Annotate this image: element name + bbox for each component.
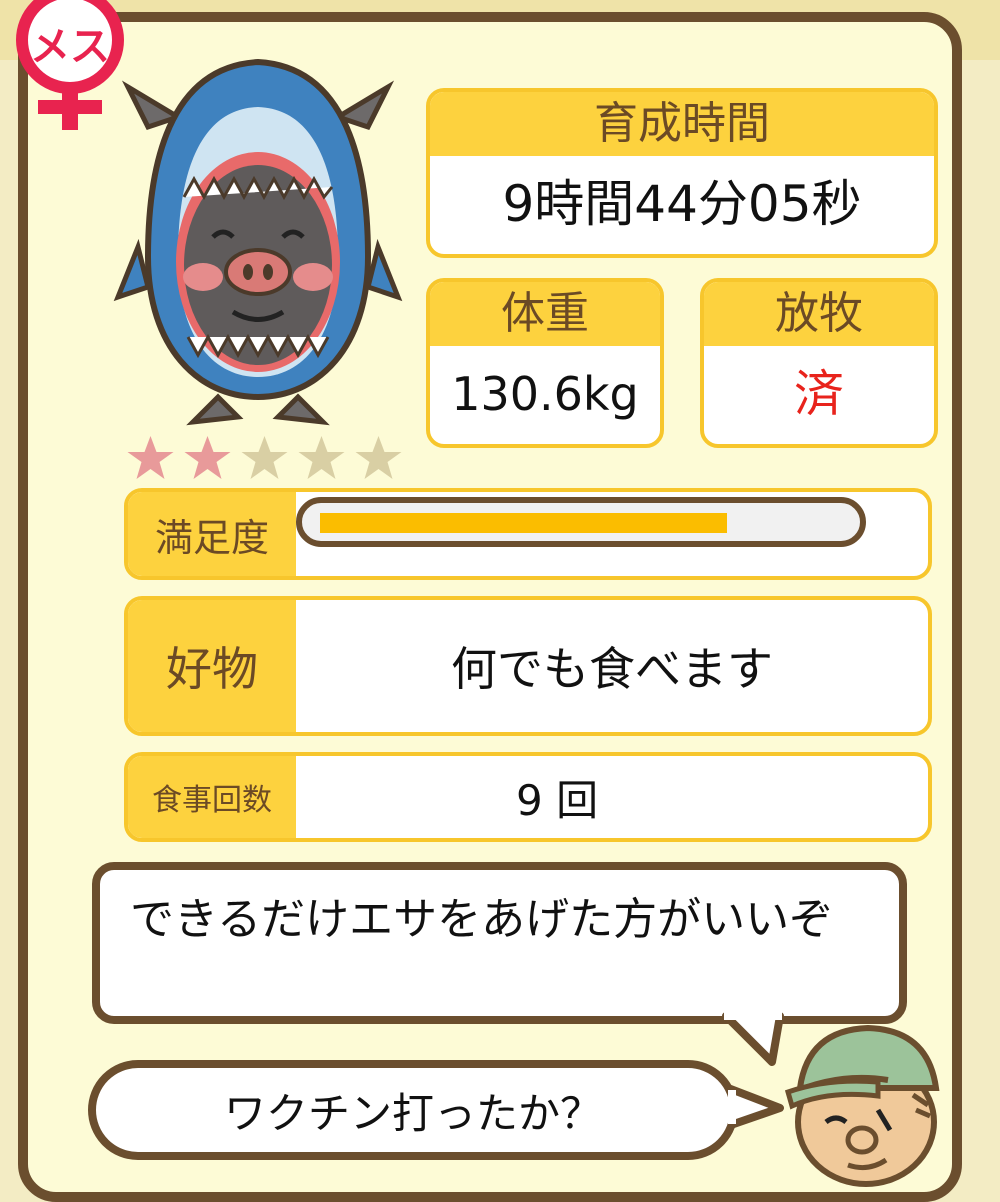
- farmer-avatar-icon[interactable]: [778, 1010, 948, 1190]
- star-filled-icon: [184, 436, 231, 479]
- meal-count-row: 食事回数 9 回: [124, 752, 932, 842]
- question-text: ワクチン打ったか？: [223, 1088, 602, 1138]
- growth-time-value: 9時間44分05秒: [502, 175, 862, 233]
- question-speech-bubble: ワクチン打ったか？: [88, 1060, 738, 1160]
- pig-shark-costume-icon: [113, 58, 403, 426]
- weight-label: 体重: [430, 282, 660, 346]
- favorite-food-row: 好物 何でも食べます: [124, 596, 932, 736]
- satisfaction-bar: [296, 497, 866, 547]
- grazing-label: 放牧: [704, 282, 934, 346]
- rating-stars: [123, 434, 406, 482]
- weight-value: 130.6kg: [451, 367, 639, 421]
- growth-time-panel: 育成時間 9時間44分05秒: [426, 88, 938, 258]
- star-filled-icon: [127, 436, 174, 479]
- star-empty-icon: [355, 436, 402, 479]
- gender-label: メス: [30, 24, 110, 70]
- growth-time-label: 育成時間: [430, 92, 934, 156]
- meal-count-label: 食事回数: [128, 756, 296, 838]
- advice-speech-bubble: できるだけエサをあげた方がいいぞ: [92, 862, 907, 1024]
- favorite-food-label: 好物: [128, 600, 296, 732]
- star-empty-icon: [241, 436, 288, 479]
- grazing-panel: 放牧 済: [700, 278, 938, 448]
- satisfaction-label: 満足度: [128, 492, 296, 576]
- advice-text: できるだけエサをあげた方がいいぞ: [130, 894, 834, 945]
- favorite-food-value: 何でも食べます: [451, 642, 773, 696]
- star-empty-icon: [298, 436, 345, 479]
- satisfaction-bar-fill: [320, 513, 727, 533]
- meal-count-value: 9 回: [516, 775, 599, 825]
- grazing-value: 済: [794, 365, 844, 423]
- weight-panel: 体重 130.6kg: [426, 278, 664, 448]
